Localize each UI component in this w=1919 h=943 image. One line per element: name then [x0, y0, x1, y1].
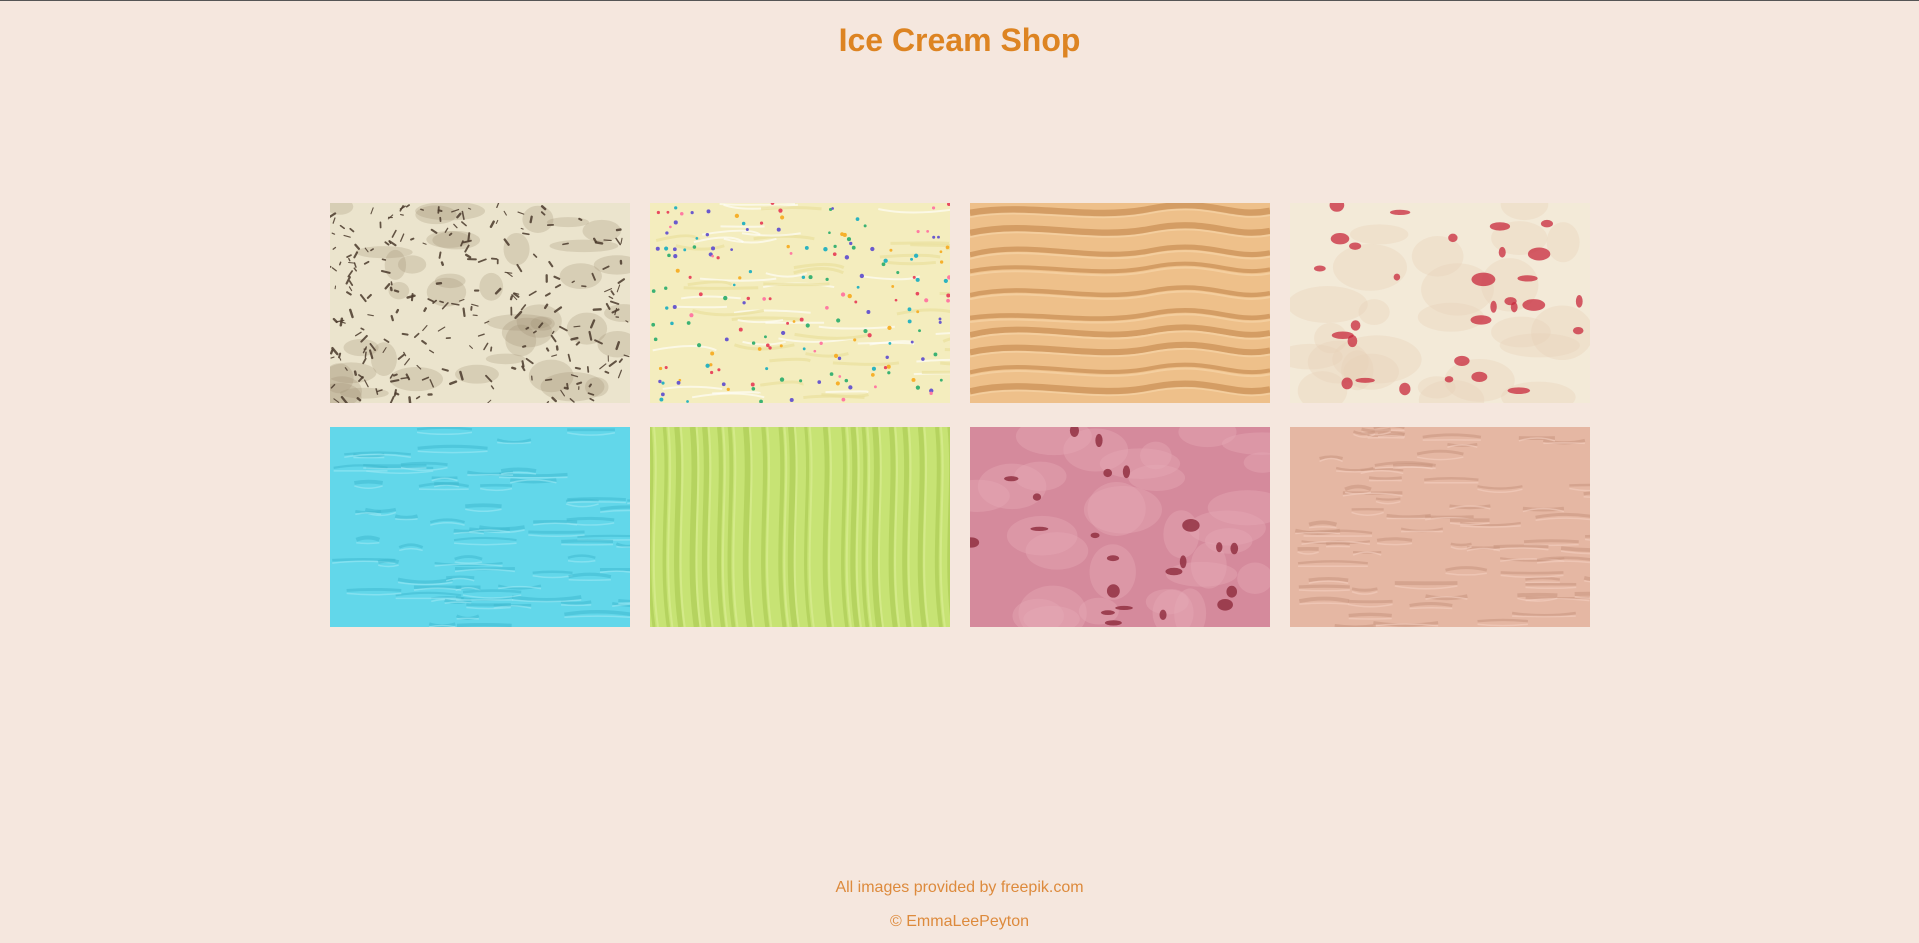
copyright-text: © EmmaLeePeyton: [890, 913, 1029, 930]
page-title: Ice Cream Shop: [838, 22, 1081, 58]
pistachio-ice-cream-image: [650, 427, 950, 627]
gallery-image[interactable]: [330, 203, 630, 403]
blue-ice-cream-image: [330, 427, 630, 627]
image-credit-link[interactable]: All images provided by freepik.com: [0, 879, 1919, 897]
gallery-image[interactable]: [650, 427, 950, 627]
gallery-image[interactable]: [970, 203, 1270, 403]
gallery-image[interactable]: [1290, 427, 1590, 627]
ice-cream-gallery: [330, 203, 1590, 627]
gallery-image[interactable]: [970, 427, 1270, 627]
strawberry-ice-cream-image: [970, 427, 1270, 627]
chocolate-milk-ice-cream-image: [1290, 427, 1590, 627]
gallery-image[interactable]: [1290, 203, 1590, 403]
sprinkles-vanilla-ice-cream-image: [650, 203, 950, 403]
caramel-ice-cream-image: [970, 203, 1270, 403]
cherry-vanilla-ice-cream-image: [1290, 203, 1590, 403]
gallery-image[interactable]: [650, 203, 950, 403]
stracciatella-ice-cream-image: [330, 203, 630, 403]
gallery-image[interactable]: [330, 427, 630, 627]
